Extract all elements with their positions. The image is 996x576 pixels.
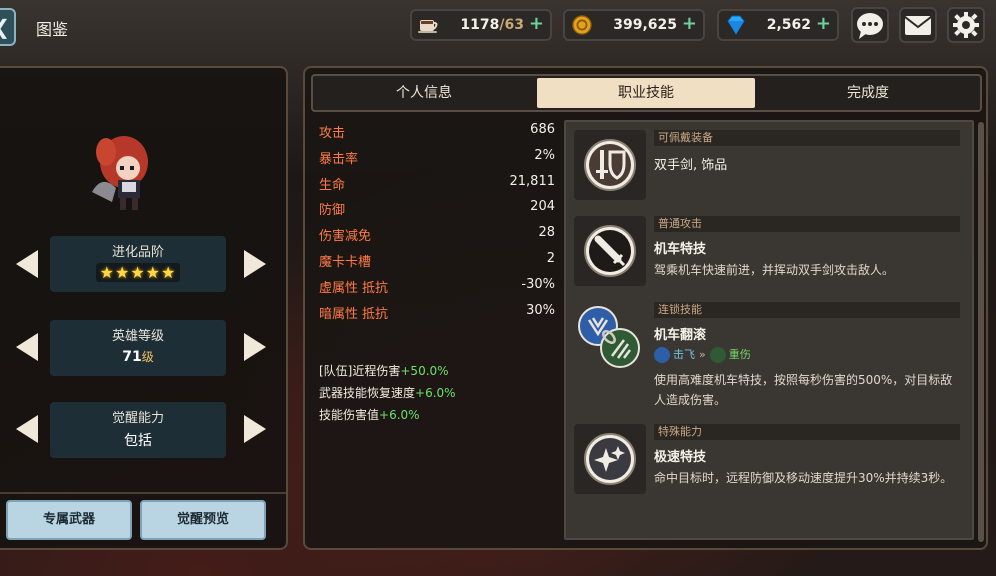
gem-value: 2,562 xyxy=(766,17,811,33)
sword-icon xyxy=(584,225,636,277)
bonus-row: 技能伤害值+6.0% xyxy=(319,408,420,422)
add-gold-icon[interactable]: + xyxy=(682,13,697,34)
mail-button[interactable] xyxy=(899,7,937,43)
skill-description: 驾乘机车快速前进，并挥动双手剑攻击敌人。 xyxy=(654,263,895,277)
gem-counter[interactable]: 2,562 + xyxy=(717,9,839,41)
settings-button[interactable] xyxy=(947,7,985,43)
chat-button[interactable] xyxy=(851,7,889,43)
skill-name: 机车翻滚 xyxy=(654,328,707,343)
skill-normal-attack[interactable]: 普通攻击 机车特技 驾乘机车快速前进，并挥动双手剑攻击敌人。 xyxy=(572,210,964,296)
bonus-row: [队伍]近程伤害+50.0% xyxy=(319,364,449,378)
skill-chain[interactable]: 连锁技能 机车翻滚 击飞 » 重伤 使用高难度机车特技，按照每秒伤害的500%，对目… xyxy=(572,296,964,412)
skill-equipment: 可佩戴装备 双手剑, 饰品 xyxy=(572,124,964,210)
chain-tag-knockup: 击飞 xyxy=(673,348,695,361)
awaken-next-arrow[interactable] xyxy=(240,413,270,445)
evolution-prev-arrow[interactable] xyxy=(12,248,42,280)
add-gem-icon[interactable]: + xyxy=(816,13,831,34)
skill-name: 极速特技 xyxy=(654,450,707,465)
tab-bar: 个人信息 职业技能 完成度 xyxy=(311,74,982,112)
stat-row: 攻击 686 xyxy=(319,122,555,141)
stamina-cap: /63 xyxy=(499,17,524,33)
chain-arrow: » xyxy=(699,348,706,361)
gold-value: 399,625 xyxy=(613,17,677,33)
tab-completion[interactable]: 完成度 xyxy=(759,78,977,108)
chain-skill-icon xyxy=(578,306,640,368)
hero-panel: 进化品阶 ★★★★★ 英雄等级 71级 觉醒能力 包括 xyxy=(0,66,288,550)
stamina-value: 1178 xyxy=(460,17,500,33)
awaken-box: 觉醒能力 包括 xyxy=(50,402,226,458)
tab-class-skills[interactable]: 职业技能 xyxy=(537,78,755,108)
chain-tags: 击飞 » 重伤 xyxy=(654,346,751,364)
evolution-box: 进化品阶 ★★★★★ xyxy=(50,236,226,292)
mail-icon xyxy=(904,16,932,35)
stat-row: 生命 21,811 xyxy=(319,173,555,193)
awaken-value: 包括 xyxy=(124,433,152,449)
coffee-icon xyxy=(418,20,438,33)
level-value: 71 xyxy=(122,349,142,365)
stat-row: 虚属性 抵抗 -30% xyxy=(319,276,555,296)
equipment-shield-sword-icon xyxy=(584,139,636,191)
level-prev-arrow[interactable] xyxy=(12,331,42,363)
bonus-list: [队伍]近程伤害+50.0% 武器技能恢复速度+6.0% 技能伤害值+6.0% xyxy=(319,362,559,428)
awaken-label: 觉醒能力 xyxy=(111,411,164,426)
evolution-stars: ★★★★★ xyxy=(95,263,181,282)
skill-description: 使用高难度机车特技，按照每秒伤害的500%，对目标敌人造成伤害。 xyxy=(654,373,953,407)
stat-row: 暗属性 抵抗 30% xyxy=(319,302,555,322)
chain-tag-injury: 重伤 xyxy=(728,348,751,361)
page-title: 图鉴 xyxy=(36,20,69,39)
stat-row: 防御 204 xyxy=(319,199,555,219)
chat-bubble-icon xyxy=(857,13,883,39)
skills-scrollbar[interactable] xyxy=(978,122,984,542)
hero-panel-inner: 进化品阶 ★★★★★ 英雄等级 71级 觉醒能力 包括 xyxy=(0,68,286,494)
info-panel: 个人信息 职业技能 完成度 攻击 686 暴击率 2% 生命 21,811 防御 204… xyxy=(303,66,988,550)
level-next-arrow[interactable] xyxy=(240,331,270,363)
gold-counter[interactable]: 399,625 + xyxy=(563,9,705,41)
evolution-label: 进化品阶 xyxy=(111,245,164,260)
awaken-preview-button[interactable]: 觉醒预览 xyxy=(140,500,266,540)
level-box: 英雄等级 71级 xyxy=(50,320,226,376)
level-label: 英雄等级 xyxy=(111,329,164,344)
skills-panel: 可佩戴装备 双手剑, 饰品 普通攻击 机车特技 驾乘机车快速前进，并挥动双手剑攻… xyxy=(564,120,984,542)
diamond-icon xyxy=(727,15,745,35)
skill-description: 双手剑, 饰品 xyxy=(654,158,728,173)
injury-icon xyxy=(709,347,726,363)
stats-list: 攻击 686 暴击率 2% 生命 21,811 防御 204 伤害减免 28 魔卡卡槽 2 … xyxy=(319,122,555,328)
exclusive-weapon-button[interactable]: 专属武器 xyxy=(6,500,132,540)
level-unit: 级 xyxy=(141,350,154,364)
stat-row: 魔卡卡槽 2 xyxy=(319,250,555,270)
skill-category: 连锁技能 xyxy=(654,302,960,318)
add-stamina-icon[interactable]: + xyxy=(529,13,544,34)
skill-category: 可佩戴装备 xyxy=(654,130,960,146)
bonus-row: 武器技能恢复速度+6.0% xyxy=(319,386,456,400)
skill-category: 普通攻击 xyxy=(654,216,960,232)
skill-category: 特殊能力 xyxy=(654,424,960,440)
hero-sprite xyxy=(92,136,148,210)
skill-special[interactable]: 特殊能力 极速特技 命中目标时，远程防御及移动速度提升30%并持续3秒。 xyxy=(572,418,964,504)
skill-name: 机车特技 xyxy=(654,242,707,257)
gear-icon xyxy=(953,12,979,38)
back-button[interactable]: ❮ xyxy=(0,8,16,46)
knockup-icon xyxy=(654,347,670,363)
skill-description: 命中目标时，远程防御及移动速度提升30%并持续3秒。 xyxy=(654,471,953,485)
stat-row: 暴击率 2% xyxy=(319,147,555,167)
top-bar: ❮ 图鉴 1178/63 + 399,625 + 2,562 + xyxy=(0,0,996,52)
sparkle-icon xyxy=(584,433,636,485)
tab-personal-info[interactable]: 个人信息 xyxy=(315,78,533,108)
stamina-counter[interactable]: 1178/63 + xyxy=(410,9,552,41)
coin-icon xyxy=(572,15,592,35)
evolution-next-arrow[interactable] xyxy=(240,248,270,280)
stat-row: 伤害减免 28 xyxy=(319,225,555,245)
awaken-prev-arrow[interactable] xyxy=(12,413,42,445)
